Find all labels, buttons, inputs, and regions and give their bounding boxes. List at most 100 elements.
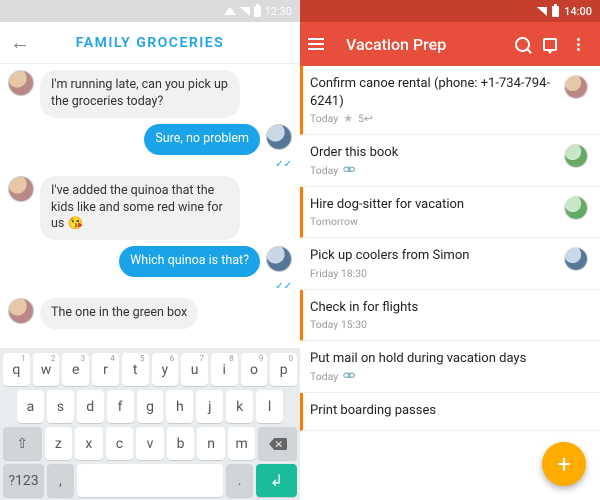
- avatar: [8, 176, 34, 202]
- symbols-key[interactable]: ?123: [3, 464, 44, 497]
- status-time: 12:30: [265, 5, 292, 18]
- key-s[interactable]: s: [47, 390, 74, 423]
- tasks-header: Vacation Prep: [300, 22, 600, 66]
- task-list: Confirm canoe rental (phone: +1-734-794-…: [300, 66, 600, 500]
- task-title: Hire dog-sitter for vacation: [310, 196, 554, 214]
- reply-count: 5↩: [358, 112, 373, 125]
- task-title: Check in for flights: [310, 299, 588, 317]
- return-key[interactable]: ↲: [256, 464, 297, 497]
- task-meta: Today🔗: [310, 370, 588, 383]
- battery-icon: [254, 6, 261, 17]
- message-row: Sure, no problem: [8, 124, 292, 155]
- avatar: [266, 246, 292, 272]
- keyboard-row-4: ?123 , . ↲: [3, 464, 297, 497]
- key-c[interactable]: c: [106, 427, 134, 460]
- key-r[interactable]: 4r: [92, 353, 119, 386]
- backspace-icon: [269, 437, 287, 451]
- overflow-button[interactable]: [564, 38, 592, 51]
- search-icon: [515, 37, 530, 52]
- task-title: Pick up coolers from Simon: [310, 247, 554, 265]
- message-bubble[interactable]: Sure, no problem: [144, 124, 260, 155]
- task-main: Put mail on hold during vacation daysTod…: [310, 350, 588, 383]
- task-row[interactable]: Pick up coolers from Simon Friday 18:30: [300, 238, 600, 290]
- key-a[interactable]: a: [17, 390, 44, 423]
- key-u[interactable]: 7u: [181, 353, 208, 386]
- key-x[interactable]: x: [75, 427, 103, 460]
- message-list: I'm running late, can you pick up the gr…: [0, 64, 300, 348]
- search-button[interactable]: [508, 37, 536, 52]
- task-meta: Today🔗: [310, 164, 554, 177]
- shift-key[interactable]: ⇧: [3, 427, 42, 460]
- more-icon: [564, 38, 592, 51]
- status-time: 14:00: [564, 5, 592, 18]
- task-row[interactable]: Order this book Today🔗: [300, 135, 600, 187]
- task-title: Order this book: [310, 144, 554, 162]
- key-g[interactable]: g: [137, 390, 164, 423]
- key-o[interactable]: 9o: [241, 353, 268, 386]
- task-main: Print boarding passes: [310, 402, 588, 422]
- status-bar-left: 12:30: [0, 0, 300, 22]
- key-h[interactable]: h: [166, 390, 193, 423]
- message-bubble[interactable]: The one in the green box: [40, 298, 198, 329]
- task-meta: Today 15:30: [310, 318, 588, 331]
- key-y[interactable]: 6y: [152, 353, 179, 386]
- key-f[interactable]: f: [107, 390, 134, 423]
- key-d[interactable]: d: [77, 390, 104, 423]
- attachment-icon: 🔗: [341, 163, 356, 178]
- assignee-avatar: [564, 75, 588, 99]
- key-p[interactable]: 0p: [270, 353, 297, 386]
- chat-header: ← FAMILY GROCERIES: [0, 22, 300, 64]
- backspace-key[interactable]: [258, 427, 297, 460]
- task-meta: Friday 18:30: [310, 267, 554, 280]
- message-bubble[interactable]: I'm running late, can you pick up the gr…: [40, 70, 240, 118]
- assignee-avatar: [564, 144, 588, 168]
- chat-title: FAMILY GROCERIES: [34, 35, 266, 51]
- task-title: Confirm canoe rental (phone: +1-734-794-…: [310, 75, 554, 110]
- key-e[interactable]: 3e: [62, 353, 89, 386]
- key-q[interactable]: 1q: [3, 353, 30, 386]
- key-z[interactable]: z: [45, 427, 73, 460]
- task-row[interactable]: Hire dog-sitter for vacationTomorrow: [300, 187, 600, 239]
- message-row: I've added the quinoa that the kids like…: [8, 176, 292, 241]
- task-main: Confirm canoe rental (phone: +1-734-794-…: [310, 75, 554, 125]
- space-key[interactable]: [77, 464, 224, 497]
- read-receipt-icon: ✓✓: [275, 281, 292, 292]
- key-l[interactable]: l: [256, 390, 283, 423]
- message-bubble[interactable]: I've added the quinoa that the kids like…: [40, 176, 240, 241]
- period-key[interactable]: .: [226, 464, 252, 497]
- keyboard-row-3: ⇧zxcvbnm: [3, 427, 297, 460]
- message-row: Which quinoa is that?: [8, 246, 292, 277]
- task-meta: Tomorrow: [310, 215, 554, 228]
- add-task-fab[interactable]: +: [542, 442, 586, 486]
- list-title: Vacation Prep: [332, 35, 508, 54]
- key-w[interactable]: 2w: [33, 353, 60, 386]
- task-main: Hire dog-sitter for vacationTomorrow: [310, 196, 554, 229]
- comment-icon: [543, 38, 557, 51]
- comma-key[interactable]: ,: [47, 464, 73, 497]
- avatar: [8, 70, 34, 96]
- task-row[interactable]: Check in for flightsToday 15:30: [300, 290, 600, 342]
- key-b[interactable]: b: [167, 427, 195, 460]
- key-m[interactable]: m: [228, 427, 256, 460]
- wifi-icon: [224, 7, 236, 15]
- task-row[interactable]: Put mail on hold during vacation daysTod…: [300, 341, 600, 393]
- assignee-avatar: [564, 196, 588, 220]
- key-i[interactable]: 8i: [211, 353, 238, 386]
- message-row: I'm running late, can you pick up the gr…: [8, 70, 292, 118]
- key-v[interactable]: v: [136, 427, 164, 460]
- avatar: [8, 298, 34, 324]
- key-n[interactable]: n: [197, 427, 225, 460]
- back-button[interactable]: ←: [10, 30, 34, 55]
- message-row: The one in the green box: [8, 298, 292, 329]
- task-row[interactable]: Confirm canoe rental (phone: +1-734-794-…: [300, 66, 600, 135]
- key-k[interactable]: k: [226, 390, 253, 423]
- key-j[interactable]: j: [196, 390, 223, 423]
- star-icon: ★: [343, 112, 353, 125]
- menu-button[interactable]: [308, 38, 332, 50]
- key-t[interactable]: 5t: [122, 353, 149, 386]
- task-row[interactable]: Print boarding passes: [300, 393, 600, 432]
- signal-icon: [537, 7, 547, 16]
- chat-screen: 12:30 ← FAMILY GROCERIES I'm running lat…: [0, 0, 300, 500]
- message-bubble[interactable]: Which quinoa is that?: [119, 246, 260, 277]
- comment-button[interactable]: [536, 38, 564, 51]
